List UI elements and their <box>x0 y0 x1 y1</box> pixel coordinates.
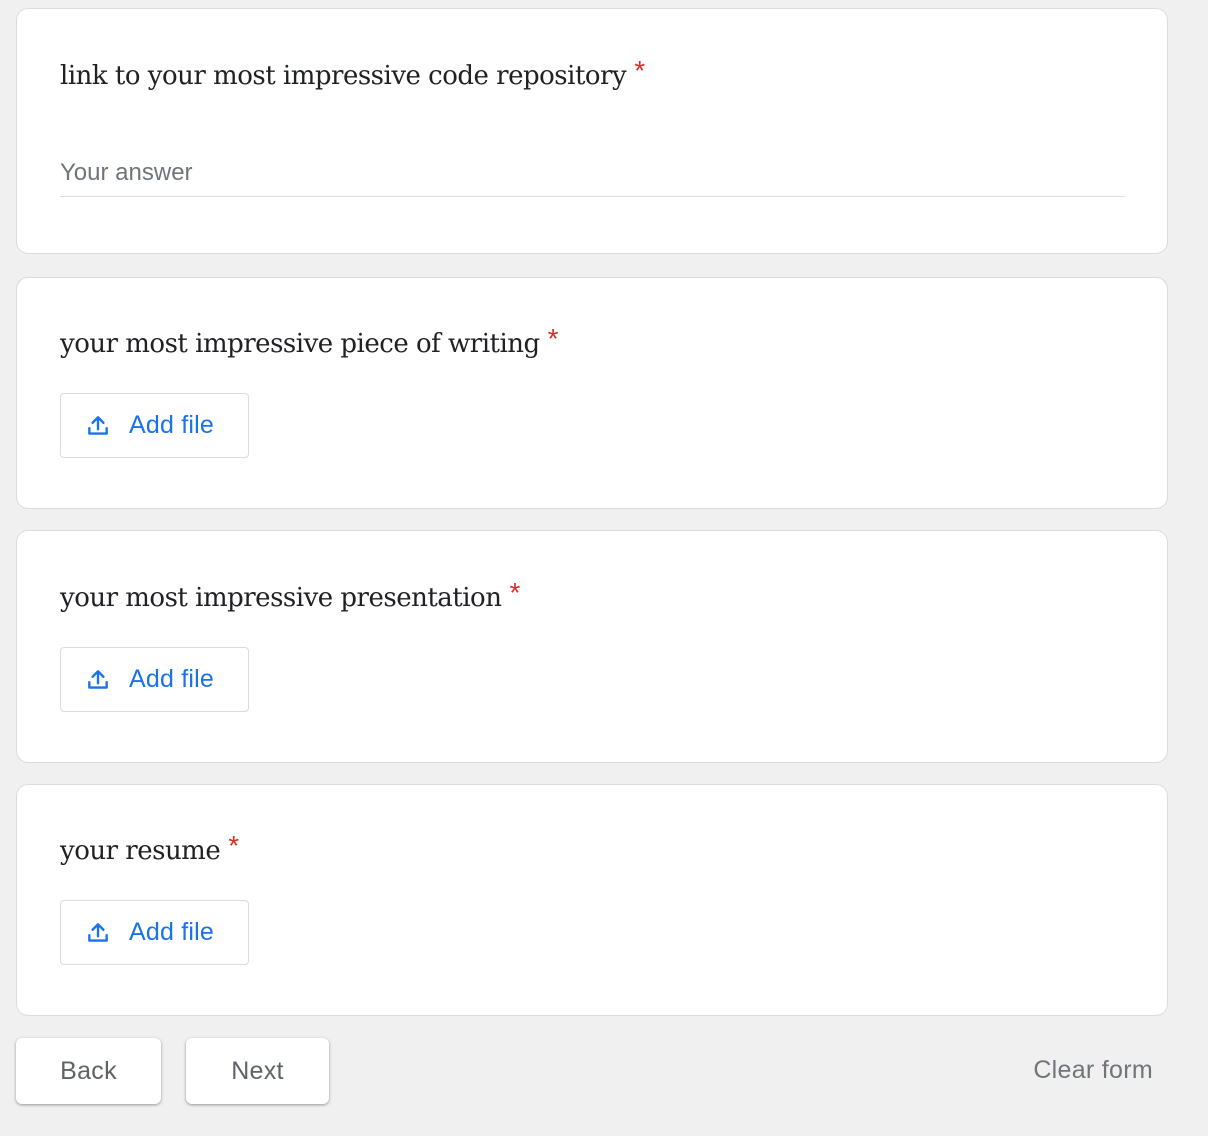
question-title-text: your most impressive presentation <box>60 583 502 613</box>
back-button[interactable]: Back <box>16 1038 161 1104</box>
required-asterisk: * <box>634 55 645 86</box>
question-title: link to your most impressive code reposi… <box>60 55 645 91</box>
upload-icon <box>88 922 108 942</box>
question-title: your most impressive piece of writing * <box>60 323 559 359</box>
clear-form-button[interactable]: Clear form <box>1033 1050 1153 1090</box>
question-title: your resume * <box>60 830 239 866</box>
required-asterisk: * <box>509 577 520 608</box>
question-card-code-repository: link to your most impressive code reposi… <box>16 8 1168 254</box>
add-file-button-presentation[interactable]: Add file <box>60 647 249 712</box>
question-card-presentation: your most impressive presentation * Add f… <box>16 530 1168 763</box>
question-card-writing: your most impressive piece of writing * A… <box>16 277 1168 509</box>
add-file-label: Add file <box>129 665 214 693</box>
upload-icon <box>88 415 108 435</box>
question-title-text: your most impressive piece of writing <box>60 329 540 359</box>
code-repository-answer-input[interactable] <box>60 149 1125 197</box>
add-file-button-writing[interactable]: Add file <box>60 393 249 458</box>
required-asterisk: * <box>547 323 559 354</box>
question-title-text: your resume <box>60 836 221 866</box>
add-file-label: Add file <box>129 918 214 946</box>
required-asterisk: * <box>228 830 239 861</box>
question-card-resume: your resume * Add file <box>16 784 1168 1016</box>
add-file-label: Add file <box>129 411 214 439</box>
next-button[interactable]: Next <box>186 1038 329 1104</box>
add-file-button-resume[interactable]: Add file <box>60 900 249 965</box>
question-title: your most impressive presentation * <box>60 577 520 613</box>
question-title-text: link to your most impressive code reposi… <box>60 61 627 91</box>
upload-icon <box>88 669 108 689</box>
